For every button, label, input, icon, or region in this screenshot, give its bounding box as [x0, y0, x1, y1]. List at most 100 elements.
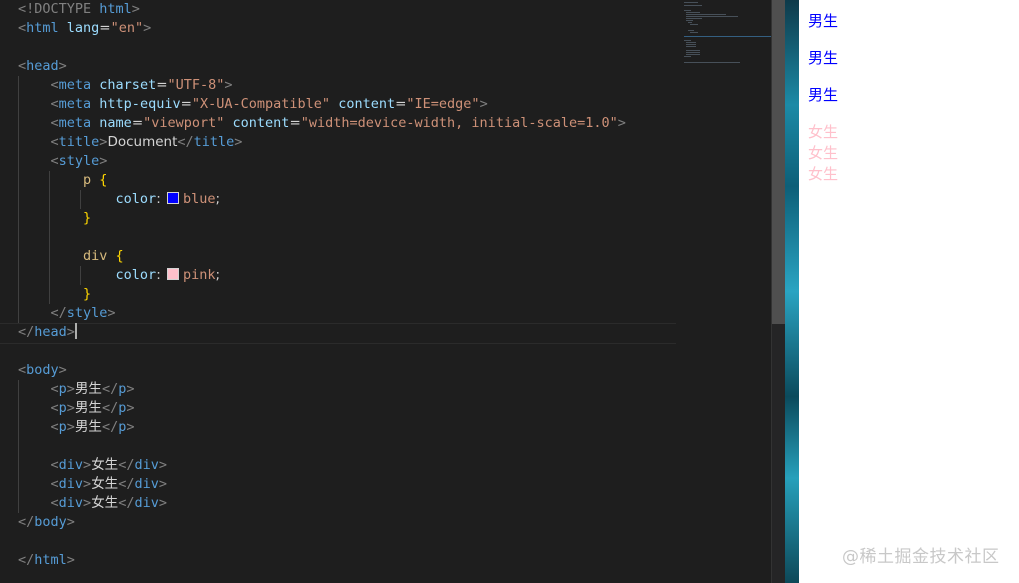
indent-guide [49, 228, 50, 247]
minimap-line [686, 16, 738, 17]
minimap-line [686, 18, 702, 19]
indent-guide [18, 456, 19, 475]
token: name [91, 115, 132, 131]
minimap-line [684, 62, 740, 63]
token: div [58, 476, 84, 492]
code-editor[interactable]: <!DOCTYPE html> <html lang="en"> <head> … [0, 0, 785, 583]
minimap-line [684, 2, 698, 3]
code-lines[interactable]: <!DOCTYPE html> <html lang="en"> <head> … [18, 0, 626, 570]
code-line-25[interactable]: <div>女生</div> [18, 456, 626, 475]
token: "IE=edge" [406, 96, 480, 112]
code-line-23[interactable]: <p>男生</p> [18, 418, 626, 437]
scrollbar-thumb[interactable] [772, 0, 785, 324]
minimap-line [686, 46, 696, 47]
token: < [50, 153, 59, 169]
code-line-4[interactable]: <head> [18, 57, 626, 76]
code-line-29[interactable] [18, 532, 626, 551]
code-line-11[interactable]: color: blue; [18, 190, 626, 209]
token: = [156, 77, 168, 93]
token: 男生 [74, 400, 102, 416]
code-line-26[interactable]: <div>女生</div> [18, 475, 626, 494]
token: </ [101, 400, 119, 416]
text-cursor [74, 323, 77, 339]
token: html [99, 1, 132, 17]
code-line-12[interactable]: } [18, 209, 626, 228]
code-line-14[interactable]: div { [18, 247, 626, 266]
desktop-wallpaper-strip [785, 0, 799, 583]
token: > [66, 419, 75, 435]
code-line-19[interactable] [18, 342, 626, 361]
code-line-10[interactable]: p { [18, 171, 626, 190]
preview-p-text: 男生 [808, 86, 839, 104]
code-line-9[interactable]: <style> [18, 152, 626, 171]
code-line-28[interactable]: </body> [18, 513, 626, 532]
token: p [58, 419, 67, 435]
token: < [50, 476, 59, 492]
token: = [99, 20, 111, 36]
minimap-line [688, 22, 692, 23]
token: style [66, 305, 108, 321]
code-line-13[interactable] [18, 228, 626, 247]
color-swatch[interactable] [167, 268, 180, 280]
indent-guide [18, 209, 19, 228]
token: > [126, 419, 135, 435]
color-swatch[interactable] [167, 192, 180, 204]
preview-div-text: 女生 [808, 165, 839, 183]
token: > [158, 476, 167, 492]
code-line-20[interactable]: <body> [18, 361, 626, 380]
minimap-line [686, 52, 700, 53]
code-line-22[interactable]: <p>男生</p> [18, 399, 626, 418]
token: http-equiv [91, 96, 181, 112]
token: 男生 [74, 381, 102, 397]
token: = [131, 115, 144, 131]
indent-guide [18, 95, 19, 114]
indent-guide [18, 437, 19, 456]
token: html [26, 20, 59, 36]
code-line-6[interactable]: <meta http-equiv="X-UA-Compatible" conte… [18, 95, 626, 114]
token: = [180, 96, 192, 112]
code-line-8[interactable]: <title>Document</title> [18, 133, 626, 152]
indent-guide [18, 171, 19, 190]
token: > [66, 381, 75, 397]
token: > [126, 381, 135, 397]
code-line-18[interactable]: </head> [18, 323, 626, 342]
code-line-2[interactable]: <html lang="en"> [18, 19, 626, 38]
token: > [158, 495, 167, 511]
indent-guide [18, 475, 19, 494]
code-line-15[interactable]: color: pink; [18, 266, 626, 285]
watermark: @稀土掘金技术社区 [842, 547, 1000, 567]
code-line-21[interactable]: <p>男生</p> [18, 380, 626, 399]
code-line-3[interactable] [18, 38, 626, 57]
code-line-17[interactable]: </style> [18, 304, 626, 323]
code-line-27[interactable]: <div>女生</div> [18, 494, 626, 513]
token: meta [58, 115, 92, 131]
token: div [58, 457, 84, 473]
minimap[interactable] [684, 0, 772, 70]
token: > [158, 457, 167, 473]
indent-guide [80, 266, 81, 285]
token: < [50, 134, 59, 150]
code-line-7[interactable]: <meta name="viewport" content="width=dev… [18, 114, 626, 133]
token: div [134, 476, 159, 492]
token: blue [183, 191, 216, 207]
token: > [66, 324, 75, 340]
minimap-line [684, 5, 702, 6]
code-line-30[interactable]: </html> [18, 551, 626, 570]
code-line-5[interactable]: <meta charset="UTF-8"> [18, 76, 626, 95]
code-line-16[interactable]: } [18, 285, 626, 304]
code-line-1[interactable]: <!DOCTYPE html> [18, 0, 626, 19]
minimap-line [686, 44, 696, 45]
token: < [50, 115, 59, 131]
token: > [131, 1, 140, 17]
token: </ [118, 457, 135, 473]
token: "viewport" [143, 115, 225, 131]
token: p [58, 381, 67, 397]
code-line-24[interactable] [18, 437, 626, 456]
